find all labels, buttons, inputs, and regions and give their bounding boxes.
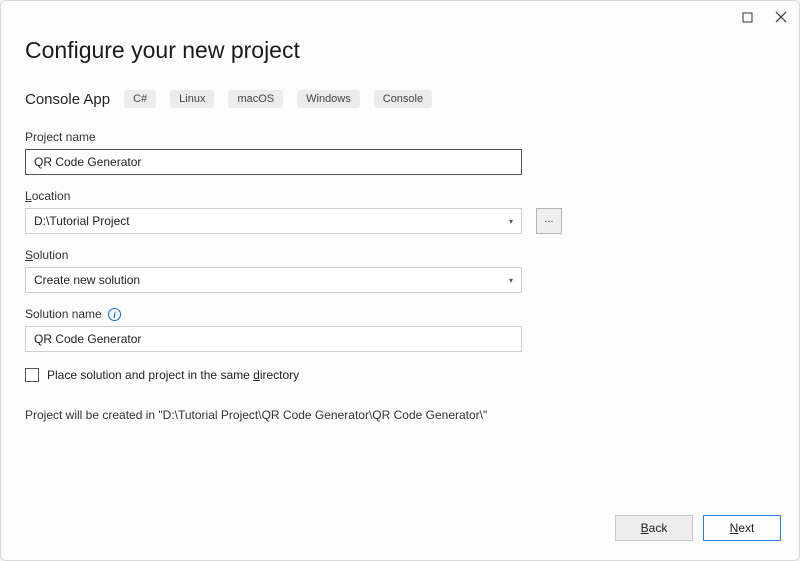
same-directory-row: Place solution and project in the same d… <box>25 368 775 382</box>
same-directory-label: Place solution and project in the same d… <box>47 368 299 382</box>
info-icon[interactable]: i <box>108 308 121 321</box>
page-title: Configure your new project <box>25 37 775 64</box>
solution-name-group: Solution name i <box>25 307 775 352</box>
tag-console: Console <box>374 90 432 108</box>
project-name-group: Project name <box>25 130 775 175</box>
project-name-input[interactable] <box>25 149 522 175</box>
tag-macos: macOS <box>228 90 283 108</box>
solution-name-input[interactable] <box>25 326 522 352</box>
solution-name-label: Solution name i <box>25 307 775 321</box>
solution-label: Solution <box>25 248 775 262</box>
solution-group: Solution Create new solution ▾ <box>25 248 775 293</box>
template-name: Console App <box>25 91 110 108</box>
location-value: D:\Tutorial Project <box>34 214 130 228</box>
close-button[interactable] <box>773 9 789 25</box>
chevron-down-icon: ▾ <box>509 217 513 226</box>
browse-button[interactable]: ... <box>536 208 562 234</box>
footer: Back Next <box>1 496 799 560</box>
project-name-label: Project name <box>25 130 775 144</box>
solution-combo[interactable]: Create new solution ▾ <box>25 267 522 293</box>
maximize-button[interactable] <box>739 9 755 25</box>
location-combo[interactable]: D:\Tutorial Project ▾ <box>25 208 522 234</box>
content-area: Configure your new project Console App C… <box>1 33 799 496</box>
back-button[interactable]: Back <box>615 515 693 541</box>
next-button[interactable]: Next <box>703 515 781 541</box>
tag-linux: Linux <box>170 90 214 108</box>
creation-path-hint: Project will be created in "D:\Tutorial … <box>25 408 775 422</box>
tag-windows: Windows <box>297 90 360 108</box>
chevron-down-icon: ▾ <box>509 276 513 285</box>
titlebar <box>1 1 799 33</box>
location-group: Location D:\Tutorial Project ▾ ... <box>25 189 775 234</box>
dialog-window: Configure your new project Console App C… <box>0 0 800 561</box>
tag-csharp: C# <box>124 90 156 108</box>
template-row: Console App C# Linux macOS Windows Conso… <box>25 90 775 108</box>
location-label: Location <box>25 189 775 203</box>
same-directory-checkbox[interactable] <box>25 368 39 382</box>
solution-value: Create new solution <box>34 273 140 287</box>
